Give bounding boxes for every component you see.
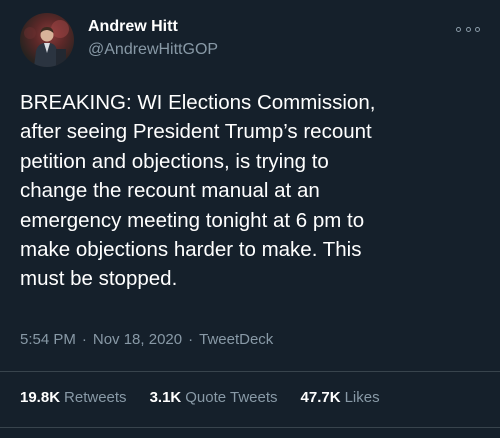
quote-tweets-label: Quote Tweets: [185, 389, 278, 406]
quote-tweets-count: 3.1K: [149, 389, 182, 406]
tweet-source[interactable]: TweetDeck: [199, 331, 273, 348]
profile-photo-icon: [24, 20, 69, 67]
retweets-count: 19.8K: [20, 389, 61, 406]
likes-stat[interactable]: 47.7K Likes: [301, 389, 380, 406]
retweets-label: Retweets: [64, 389, 127, 406]
engagement-stats: 19.8K Retweets 3.1K Quote Tweets 47.7K Like…: [20, 389, 403, 406]
dot: [456, 26, 461, 32]
likes-label: Likes: [344, 389, 380, 406]
tweet-date[interactable]: Nov 18, 2020: [93, 331, 182, 348]
dot: [465, 26, 471, 32]
avatar[interactable]: [20, 13, 74, 67]
quote-tweets-stat[interactable]: 3.1K Quote Tweets: [150, 389, 278, 406]
user-name[interactable]: Andrew Hitt: [88, 18, 178, 36]
tweet-card: Andrew Hitt @AndrewHittGOP BREAKING: WI …: [0, 0, 500, 438]
divider: [0, 371, 500, 372]
retweets-stat[interactable]: 19.8K Retweets: [20, 389, 127, 406]
tweet-time[interactable]: 5:54 PM: [20, 331, 76, 348]
more-options-icon[interactable]: [456, 22, 480, 36]
divider: [0, 427, 500, 428]
meta-separator: ·: [81, 331, 87, 348]
tweet-meta: 5:54 PM · Nov 18, 2020 · TweetDeck: [20, 331, 273, 348]
user-handle[interactable]: @AndrewHittGOP: [88, 41, 218, 59]
dot: [475, 26, 480, 32]
likes-count: 47.7K: [300, 389, 341, 406]
meta-separator: ·: [188, 331, 194, 348]
tweet-text: BREAKING: WI Elections Commission, after…: [20, 91, 376, 291]
